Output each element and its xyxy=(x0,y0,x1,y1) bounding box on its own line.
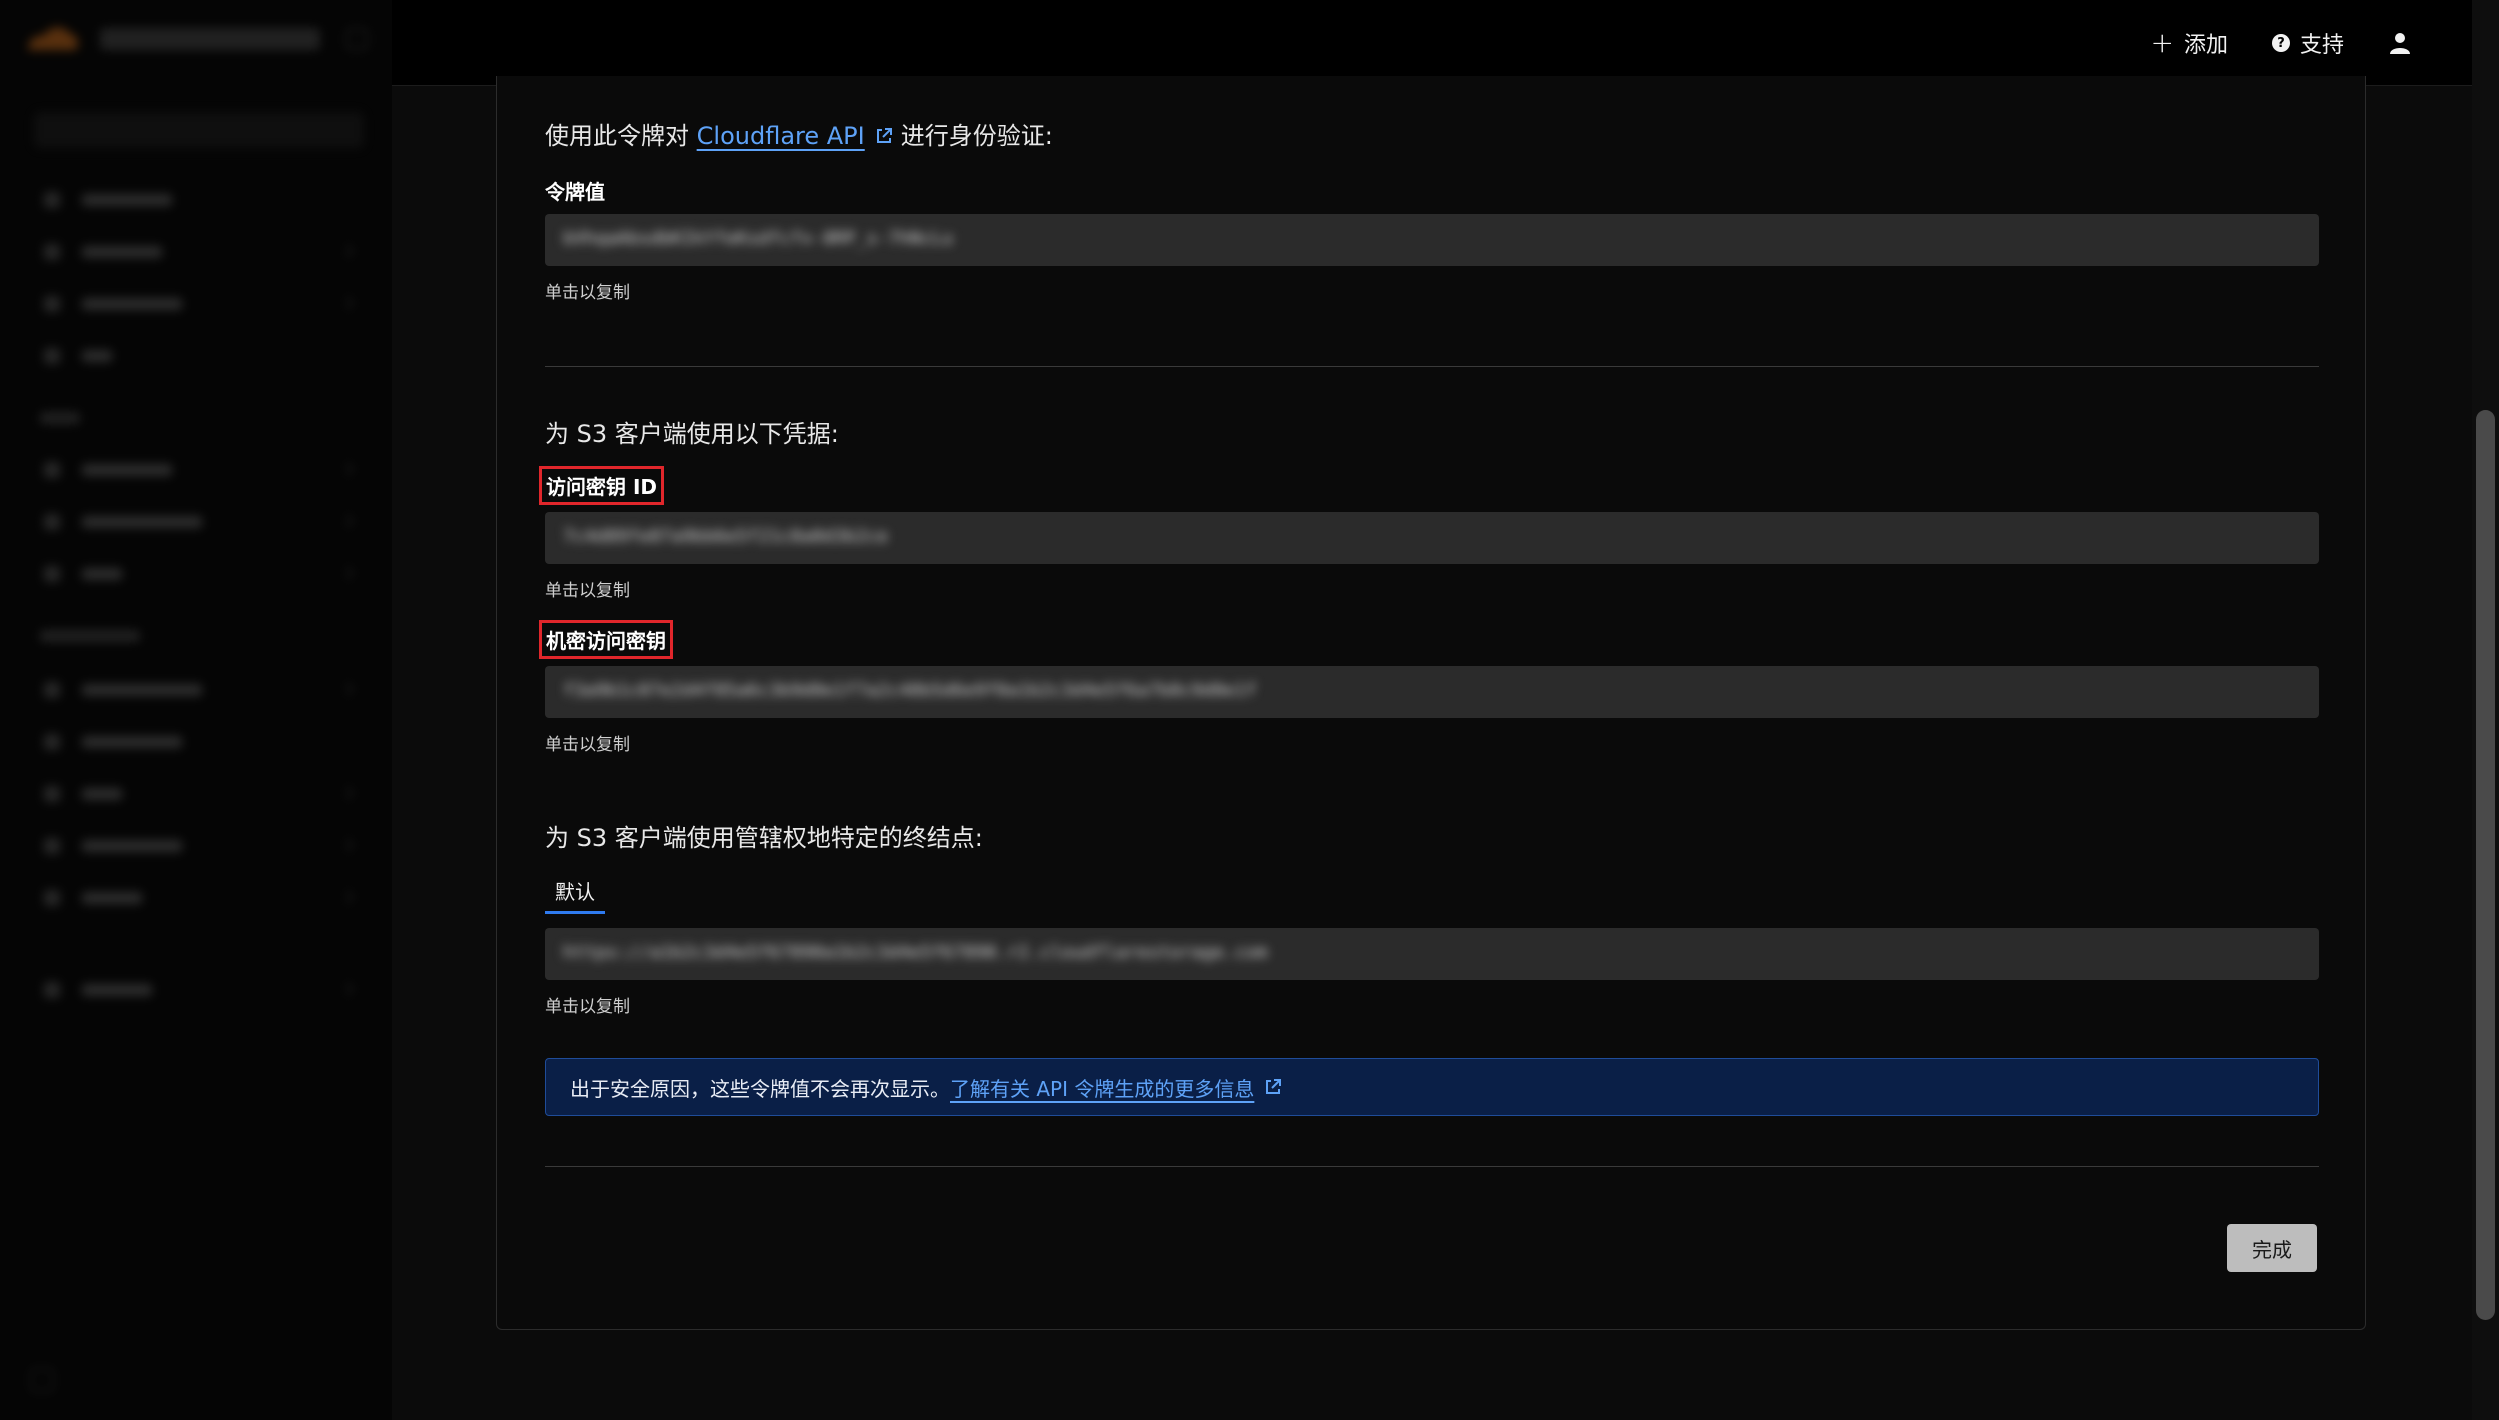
cloudflare-api-link[interactable]: Cloudflare API xyxy=(697,122,865,150)
section-divider xyxy=(545,366,2319,367)
sidebar-item[interactable] xyxy=(44,682,202,698)
token-copy-hint: 单击以复制 xyxy=(545,283,630,303)
token-result-card: 使用此令牌对 Cloudflare API 进行身份验证: 令牌值 bVhqaAb… xyxy=(496,76,2366,1330)
sidebar-collapse-icon[interactable] xyxy=(346,28,368,50)
sidebar-section-header xyxy=(40,630,140,642)
user-icon xyxy=(2390,33,2410,54)
access-key-id-text: 7c4d89fe07a9bb6e5f21c8a0d3b2ce xyxy=(563,526,889,547)
access-key-id-field[interactable]: 7c4d89fe07a9bb6e5f21c8a0d3b2ce xyxy=(545,512,2319,564)
cloudflare-logo-icon xyxy=(28,27,78,50)
plus-icon: + xyxy=(2150,26,2174,59)
api-auth-prefix: 使用此令牌对 xyxy=(545,122,689,150)
external-link-icon[interactable] xyxy=(1264,1078,1282,1096)
secret-access-key-field[interactable]: f3a9b1c07e2d4f85a6c3b9d0e1f7a2c48b5d6e9f… xyxy=(545,666,2319,718)
add-label: 添加 xyxy=(2183,33,2228,58)
sidebar-blurred-content xyxy=(0,0,392,1420)
sidebar-item[interactable] xyxy=(44,734,182,750)
page-scrollbar[interactable] xyxy=(2472,0,2499,1420)
access-key-copy-hint: 单击以复制 xyxy=(545,581,630,601)
secret-access-key-text: f3a9b1c07e2d4f85a6c3b9d0e1f7a2c48b5d6e9f… xyxy=(563,680,1257,701)
api-auth-suffix: 进行身份验证: xyxy=(900,122,1053,150)
sidebar-item[interactable] xyxy=(44,838,182,854)
token-value-text: bVhqaAbsdbKIkYfeKsdfcfx-8RP_s-7hNcLu xyxy=(563,228,954,249)
api-auth-heading: 使用此令牌对 Cloudflare API 进行身份验证: xyxy=(545,116,1053,151)
main-content: 使用此令牌对 Cloudflare API 进行身份验证: 令牌值 bVhqaAb… xyxy=(392,76,2472,1420)
tab-default[interactable]: 默认 xyxy=(545,876,605,914)
sidebar-item[interactable] xyxy=(44,462,172,478)
sidebar-item[interactable] xyxy=(44,348,112,364)
security-notice: 出于安全原因，这些令牌值不会再次显示。 了解有关 API 令牌生成的更多信息 xyxy=(545,1058,2319,1116)
secret-access-key-label: 机密访问密钥 xyxy=(539,620,673,659)
support-button[interactable]: ? 支持 xyxy=(2271,27,2344,59)
security-notice-text: 出于安全原因，这些令牌值不会再次显示。 xyxy=(570,1076,950,1101)
endpoint-heading: 为 S3 客户端使用管辖权地特定的终结点: xyxy=(545,824,983,852)
done-button[interactable]: 完成 xyxy=(2227,1224,2317,1272)
account-selector[interactable] xyxy=(100,28,320,50)
sidebar-item[interactable] xyxy=(44,890,142,906)
sidebar-item[interactable] xyxy=(44,514,202,530)
support-label: 支持 xyxy=(2299,33,2344,58)
footer-divider xyxy=(545,1166,2319,1167)
external-link-icon[interactable] xyxy=(875,127,893,145)
scrollbar-thumb[interactable] xyxy=(2476,410,2495,1320)
learn-more-link[interactable]: 了解有关 API 令牌生成的更多信息 xyxy=(950,1073,1254,1102)
sidebar-item[interactable] xyxy=(44,192,172,208)
sidebar-item-home[interactable] xyxy=(34,112,364,148)
endpoint-text: https://a1b2c3d4e5f67890a1b2c3d4e5f67890… xyxy=(563,942,1268,963)
token-value-label: 令牌值 xyxy=(545,180,605,204)
sidebar-item[interactable] xyxy=(44,566,122,582)
endpoint-field[interactable]: https://a1b2c3d4e5f67890a1b2c3d4e5f67890… xyxy=(545,928,2319,980)
sidebar-item[interactable] xyxy=(44,244,162,260)
sidebar-item[interactable] xyxy=(44,982,152,998)
sidebar xyxy=(0,0,392,1420)
sidebar-footer-icon[interactable] xyxy=(30,1368,54,1392)
sidebar-section-header xyxy=(40,412,80,424)
token-value-field[interactable]: bVhqaAbsdbKIkYfeKsdfcfx-8RP_s-7hNcLu xyxy=(545,214,2319,266)
sidebar-item[interactable] xyxy=(44,296,182,312)
user-menu-button[interactable] xyxy=(2388,31,2412,55)
endpoint-copy-hint: 单击以复制 xyxy=(545,997,630,1017)
top-bar-actions: + 添加 ? 支持 xyxy=(2151,0,2413,86)
top-bar: + 添加 ? 支持 xyxy=(392,0,2472,86)
add-button[interactable]: + 添加 xyxy=(2151,27,2228,59)
access-key-id-label: 访问密钥 ID xyxy=(539,466,665,505)
secret-key-copy-hint: 单击以复制 xyxy=(545,735,630,755)
help-icon: ? xyxy=(2271,34,2290,52)
sidebar-item[interactable] xyxy=(44,786,122,802)
s3-credentials-heading: 为 S3 客户端使用以下凭据: xyxy=(545,420,839,448)
